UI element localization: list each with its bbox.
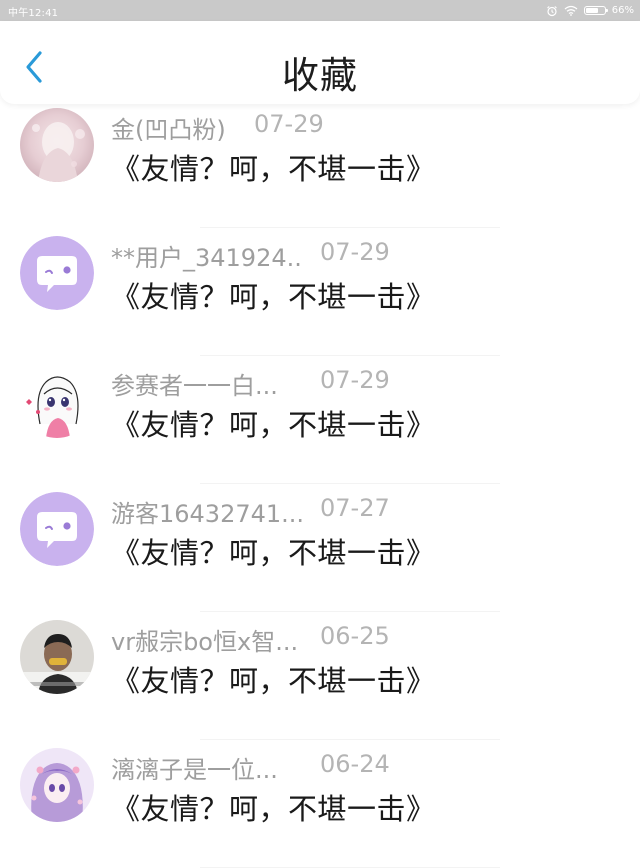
list-item[interactable]: 参赛者一一白... 07-29 《友情？呵，不堪一击》 bbox=[0, 356, 640, 484]
item-title[interactable]: 《友情？呵，不堪一击》 bbox=[111, 786, 436, 828]
anime-girl-avatar bbox=[20, 364, 94, 438]
post-date: 07-29 bbox=[254, 110, 324, 138]
avatar[interactable] bbox=[20, 620, 94, 694]
avatar[interactable] bbox=[20, 236, 94, 310]
user-name[interactable]: 漓漓子是一位... bbox=[111, 750, 278, 785]
post-date: 07-29 bbox=[320, 238, 390, 266]
alarm-icon bbox=[546, 5, 557, 16]
battery-icon bbox=[583, 6, 608, 15]
favorites-list: 金(凹凸粉) 07-29 《友情？呵，不堪一击》 **用户_341924.. 0… bbox=[0, 100, 640, 868]
list-item[interactable]: 漓漓子是一位... 06-24 《友情？呵，不堪一击》 bbox=[0, 740, 640, 868]
item-title[interactable]: 《友情？呵，不堪一击》 bbox=[111, 146, 436, 188]
battery-fill bbox=[585, 8, 598, 13]
wifi-icon bbox=[564, 5, 578, 16]
list-item[interactable]: 游客16432741... 07-27 《友情？呵，不堪一击》 bbox=[0, 484, 640, 612]
user-name[interactable]: 金(凹凸粉) bbox=[111, 110, 226, 145]
post-date: 07-29 bbox=[320, 366, 390, 394]
user-name[interactable]: 参赛者一一白... bbox=[111, 366, 278, 401]
list-item[interactable]: vr赧宗bo恒x智... 06-25 《友情？呵，不堪一击》 bbox=[0, 612, 640, 740]
post-date: 06-25 bbox=[320, 622, 390, 650]
user-name[interactable]: **用户_341924.. bbox=[111, 238, 302, 273]
item-title[interactable]: 《友情？呵，不堪一击》 bbox=[111, 658, 436, 700]
avatar[interactable] bbox=[20, 108, 94, 182]
header-bar: 收藏 bbox=[0, 21, 640, 104]
user-name[interactable]: 游客16432741... bbox=[111, 494, 304, 529]
list-item[interactable]: **用户_341924.. 07-29 《友情？呵，不堪一击》 bbox=[0, 228, 640, 356]
list-item[interactable]: 金(凹凸粉) 07-29 《友情？呵，不堪一击》 bbox=[0, 100, 640, 228]
default-chat-avatar bbox=[20, 492, 94, 566]
anime-girl-purple-avatar bbox=[20, 748, 94, 822]
photo-avatar-person bbox=[20, 620, 94, 694]
status-bar: 中午12:41 66% bbox=[0, 0, 640, 21]
photo-avatar-pink bbox=[20, 108, 94, 182]
battery-percent: 66% bbox=[611, 5, 634, 16]
avatar[interactable] bbox=[20, 492, 94, 566]
default-chat-avatar bbox=[20, 236, 94, 310]
avatar[interactable] bbox=[20, 364, 94, 438]
item-title[interactable]: 《友情？呵，不堪一击》 bbox=[111, 274, 436, 316]
item-title[interactable]: 《友情？呵，不堪一击》 bbox=[111, 530, 436, 572]
post-date: 06-24 bbox=[320, 750, 390, 778]
status-time: 中午12:41 bbox=[8, 8, 59, 19]
page-title: 收藏 bbox=[282, 54, 358, 97]
user-name[interactable]: vr赧宗bo恒x智... bbox=[111, 622, 298, 657]
post-date: 07-27 bbox=[320, 494, 390, 522]
item-title[interactable]: 《友情？呵，不堪一击》 bbox=[111, 402, 436, 444]
status-indicators: 66% bbox=[546, 2, 634, 19]
avatar[interactable] bbox=[20, 748, 94, 822]
